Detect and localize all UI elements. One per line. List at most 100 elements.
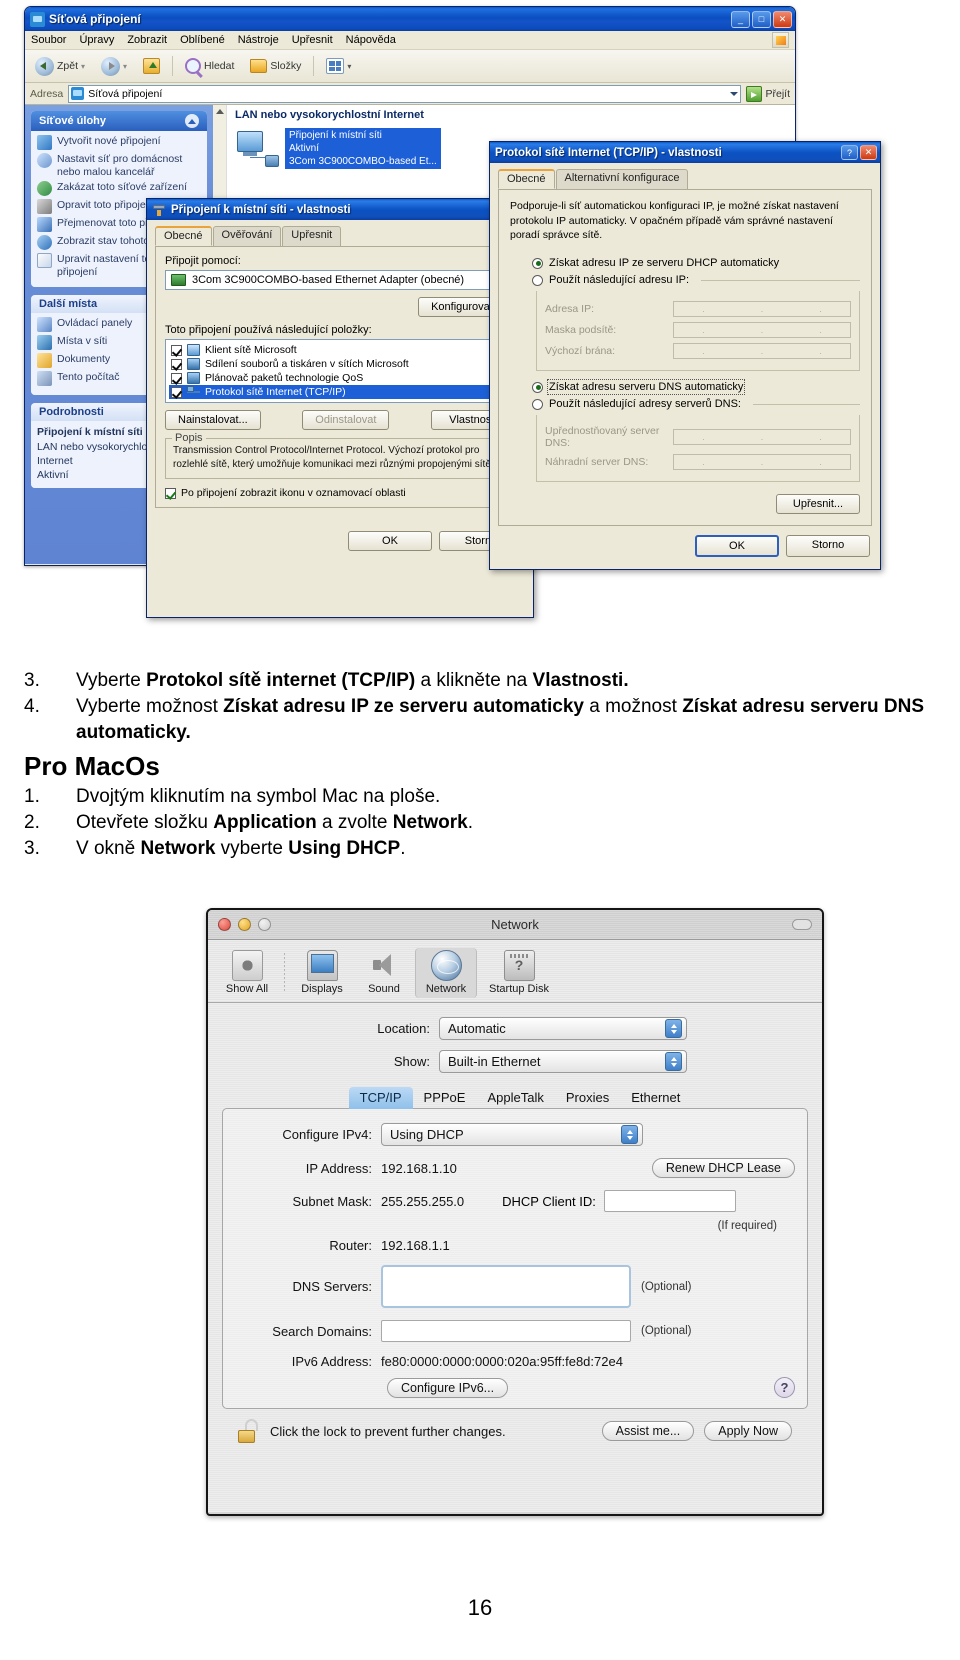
radio-ip-manual[interactable]: Použít následující adresu IP: bbox=[532, 274, 860, 286]
component-label: Sdílení souborů a tiskáren v sítích Micr… bbox=[205, 358, 409, 370]
manual-ip-group: Adresa IP: ... Maska podsítě: ... Výchoz… bbox=[536, 291, 860, 372]
tab-pppoe[interactable]: PPPoE bbox=[413, 1087, 477, 1109]
network-tasks-header[interactable]: Síťové úlohy bbox=[31, 111, 207, 131]
tab-upresnit[interactable]: Upřesnit bbox=[282, 226, 342, 246]
sidebar-task-new-connection[interactable]: Vytvořit nové připojení bbox=[37, 135, 201, 150]
menu-item-upresnit[interactable]: Upřesnit bbox=[292, 34, 333, 46]
maximize-button[interactable]: □ bbox=[752, 10, 771, 28]
ipv6-address-value: fe80:0000:0000:0000:020a:95ff:fe8d:72e4 bbox=[381, 1354, 623, 1369]
toolbar-item-network[interactable]: Network bbox=[415, 947, 477, 998]
notify-checkbox-row[interactable]: Po připojení zobrazit ikonu v oznamovací… bbox=[165, 487, 515, 499]
tcpip-properties-dialog: Protokol sítě Internet (TCP/IP) - vlastn… bbox=[489, 141, 881, 570]
checkbox[interactable] bbox=[171, 358, 182, 370]
assist-me-button[interactable]: Assist me... bbox=[601, 1421, 695, 1441]
configure-ipv4-popup[interactable]: Using DHCP bbox=[381, 1123, 643, 1146]
component-row[interactable]: Plánovač paketů technologie QoS bbox=[169, 371, 511, 385]
tab-obecne[interactable]: Obecné bbox=[498, 169, 555, 189]
toolbar-item-sound[interactable]: Sound bbox=[353, 948, 415, 998]
checkbox[interactable] bbox=[171, 344, 182, 356]
search-domains-input[interactable] bbox=[381, 1320, 631, 1342]
help-icon[interactable]: ? bbox=[774, 1377, 795, 1398]
place-label: Ovládací panely bbox=[57, 317, 133, 330]
tab-ethernet[interactable]: Ethernet bbox=[620, 1087, 691, 1109]
network-places-icon bbox=[37, 335, 52, 351]
chevron-down-icon[interactable] bbox=[730, 91, 739, 96]
checkbox[interactable] bbox=[165, 487, 176, 499]
tab-proxies[interactable]: Proxies bbox=[555, 1087, 620, 1109]
components-listbox[interactable]: Klient sítě Microsoft Sdílení souborů a … bbox=[165, 339, 515, 403]
toolbar-item-show-all[interactable]: Show All bbox=[216, 948, 278, 998]
tab-appletalk[interactable]: AppleTalk bbox=[476, 1087, 554, 1109]
folders-button[interactable]: Složky bbox=[246, 57, 305, 75]
radio-button[interactable] bbox=[532, 257, 543, 269]
stepper-icon[interactable] bbox=[621, 1125, 638, 1144]
forward-button[interactable]: ▾ bbox=[97, 55, 131, 78]
sidebar-task-setup-network[interactable]: Nastavit síť pro domácnost nebo malou ka… bbox=[37, 153, 201, 178]
sidebar-task-disable[interactable]: Zakázat toto síťové zařízení bbox=[37, 181, 201, 197]
component-row[interactable]: Klient sítě Microsoft bbox=[169, 343, 511, 357]
network-icon bbox=[30, 11, 45, 27]
radio-button[interactable] bbox=[532, 398, 543, 410]
apply-now-button[interactable]: Apply Now bbox=[704, 1421, 792, 1441]
go-button[interactable]: Přejít bbox=[746, 85, 790, 102]
component-row[interactable]: Sdílení souborů a tiskáren v sítích Micr… bbox=[169, 357, 511, 371]
status-icon bbox=[37, 235, 52, 251]
menu-item-nastroje[interactable]: Nástroje bbox=[238, 34, 279, 46]
back-button[interactable]: Zpět ▾ bbox=[31, 55, 89, 78]
checkbox[interactable] bbox=[171, 372, 182, 384]
close-button[interactable]: ✕ bbox=[773, 10, 792, 28]
advanced-button[interactable]: Upřesnit... bbox=[776, 494, 860, 515]
stepper-icon[interactable] bbox=[665, 1052, 682, 1071]
close-button[interactable]: ✕ bbox=[860, 145, 877, 160]
tab-overovani[interactable]: Ověřování bbox=[212, 226, 282, 246]
location-popup[interactable]: Automatic bbox=[439, 1017, 687, 1040]
step-text-part: vyberte bbox=[215, 838, 289, 860]
radio-dns-manual[interactable]: Použít následující adresy serverů DNS: bbox=[532, 398, 860, 410]
tab-tcpip[interactable]: TCP/IP bbox=[348, 1087, 413, 1109]
chevron-up-icon[interactable] bbox=[185, 114, 199, 128]
menu-item-zobrazit[interactable]: Zobrazit bbox=[127, 34, 167, 46]
menu-item-upravy[interactable]: Úpravy bbox=[79, 34, 114, 46]
checkbox[interactable] bbox=[171, 386, 182, 398]
alternate-dns-input: ... bbox=[673, 454, 851, 471]
address-input[interactable]: Síťová připojení bbox=[68, 84, 742, 103]
radio-button[interactable] bbox=[532, 381, 543, 393]
ok-button[interactable]: OK bbox=[695, 535, 779, 558]
radio-dns-automatic[interactable]: Získat adresu serveru DNS automaticky bbox=[532, 379, 860, 396]
step-text-part: Dvojtým kliknutím na symbol Mac na ploše… bbox=[76, 785, 441, 807]
lock-icon[interactable] bbox=[238, 1419, 260, 1443]
step-text-part: a možnost bbox=[583, 696, 683, 718]
toolbar-toggle-button[interactable] bbox=[792, 919, 812, 930]
lan-dialog-footer: OK Storno bbox=[147, 522, 533, 560]
toolbar-item-displays[interactable]: Displays bbox=[291, 948, 353, 998]
tcpip-dialog-tabs: Obecné Alternativní konfigurace bbox=[490, 163, 880, 189]
radio-button[interactable] bbox=[532, 274, 543, 286]
menu-item-soubor[interactable]: Soubor bbox=[31, 34, 66, 46]
search-button[interactable]: Hledat bbox=[181, 56, 238, 76]
component-row-tcpip[interactable]: Protokol sítě Internet (TCP/IP) bbox=[169, 385, 511, 399]
dns-servers-input[interactable] bbox=[381, 1265, 631, 1308]
help-button[interactable]: ? bbox=[841, 145, 858, 160]
show-popup[interactable]: Built-in Ethernet bbox=[439, 1050, 687, 1073]
tab-obecne[interactable]: Obecné bbox=[155, 226, 212, 246]
configure-ipv4-row: Configure IPv4: Using DHCP bbox=[235, 1123, 795, 1146]
views-button[interactable]: ▾ bbox=[322, 56, 355, 76]
menu-item-napoveda[interactable]: Nápověda bbox=[346, 34, 396, 46]
ok-button[interactable]: OK bbox=[348, 531, 432, 551]
radio-ip-automatic[interactable]: Získat adresu IP ze serveru DHCP automat… bbox=[532, 257, 860, 269]
description-text: Transmission Control Protocol/Internet P… bbox=[173, 445, 505, 470]
dhcp-client-id-input[interactable] bbox=[603, 1190, 736, 1212]
cancel-button[interactable]: Storno bbox=[786, 535, 870, 558]
up-button[interactable] bbox=[139, 56, 164, 76]
explorer-title: Síťová připojení bbox=[49, 12, 141, 26]
minimize-button[interactable]: _ bbox=[731, 10, 750, 28]
file-sharing-icon bbox=[187, 358, 200, 370]
install-button[interactable]: Nainstalovat... bbox=[165, 410, 261, 430]
menu-item-oblibene[interactable]: Oblíbené bbox=[180, 34, 225, 46]
stepper-icon[interactable] bbox=[665, 1019, 682, 1038]
renew-dhcp-lease-button[interactable]: Renew DHCP Lease bbox=[651, 1158, 795, 1178]
configure-ipv6-button[interactable]: Configure IPv6... bbox=[387, 1377, 509, 1398]
step-text-part: Otevřete složku bbox=[76, 812, 214, 834]
tab-alternativni-konfigurace[interactable]: Alternativní konfigurace bbox=[555, 169, 689, 189]
toolbar-item-startup-disk[interactable]: Startup Disk bbox=[477, 948, 561, 998]
